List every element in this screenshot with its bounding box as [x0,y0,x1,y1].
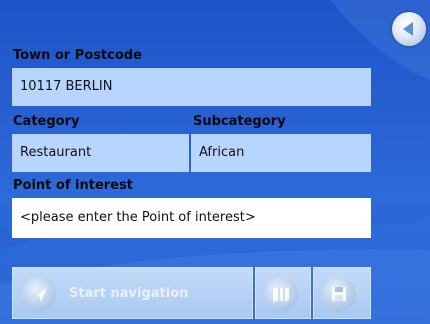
floppy-disk-icon [332,287,346,301]
poi-search-screen: Town or Postcode 10117 BERLIN Category S… [0,0,430,324]
navigation-arrow-icon [31,287,47,302]
map-button[interactable] [255,267,311,319]
subcategory-label: Subcategory [193,114,286,129]
start-navigation-button[interactable]: Start navigation [12,267,253,319]
poi-label: Point of interest [13,178,133,193]
start-navigation-label: Start navigation [69,286,189,301]
start-navigation-icon-disc [22,277,56,311]
save-button[interactable] [313,267,371,319]
back-arrow-icon [403,22,413,36]
poi-input[interactable]: <please enter the Point of interest> [12,198,371,238]
category-field[interactable]: Restaurant [12,134,189,172]
back-button[interactable] [392,12,426,46]
subcategory-field[interactable]: African [191,134,371,172]
category-label: Category [13,114,80,129]
town-label: Town or Postcode [13,48,142,63]
map-icon [273,287,289,302]
save-icon-disc [322,277,356,311]
town-field[interactable]: 10117 BERLIN [12,68,371,106]
map-icon-disc [264,277,298,311]
